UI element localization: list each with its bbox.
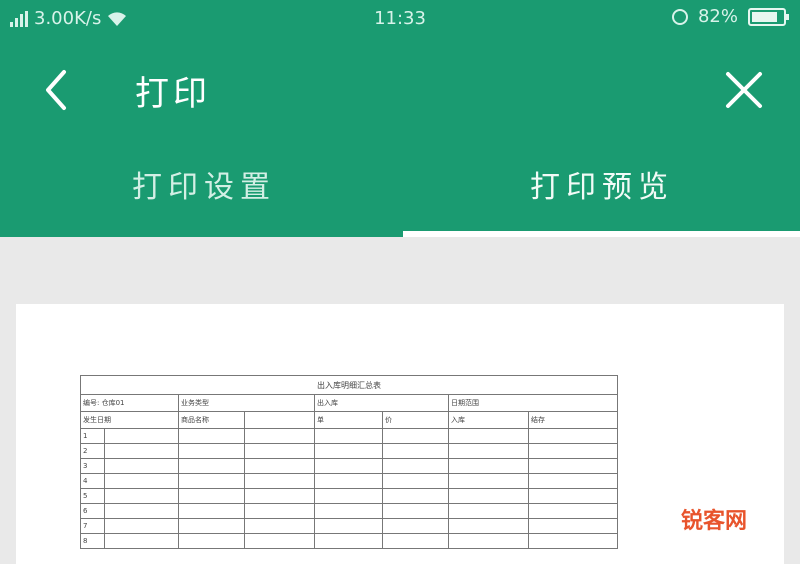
back-button[interactable] <box>34 62 84 118</box>
preview-header-cell: 业务类型 <box>178 394 315 412</box>
preview-header-cell: 价 <box>382 411 449 429</box>
close-button[interactable] <box>716 62 772 118</box>
table-row: 1 <box>80 428 618 444</box>
table-row: 5 <box>80 488 618 504</box>
battery-percent: 82% <box>697 6 738 27</box>
table-row: 6 <box>80 503 618 519</box>
page-title: 打印 <box>135 74 211 114</box>
tab-print-preview[interactable]: 打印预览 <box>530 162 674 206</box>
row-number: 7 <box>80 518 105 534</box>
preview-header-cell: 商品名称 <box>178 411 245 429</box>
table-row: 2 <box>80 443 618 459</box>
preview-header-row-1: 编号: 仓库01 业务类型 出入库 日期范围 <box>80 394 618 412</box>
preview-title-row: 出入库明细汇总表 <box>80 375 618 395</box>
preview-header-cell: 结存 <box>528 411 618 429</box>
preview-header-cell: 单 <box>314 411 383 429</box>
table-row: 4 <box>80 473 618 489</box>
preview-header-cell <box>244 411 315 429</box>
app-header: 3.00K/s 11:33 82% 打印 打印设置 打印预览 <box>0 0 800 237</box>
battery-icon <box>748 7 789 26</box>
status-right: 82% <box>671 6 789 27</box>
preview-header-cell: 入库 <box>448 411 529 429</box>
row-number: 2 <box>80 443 105 459</box>
row-number: 8 <box>80 533 105 549</box>
preview-table-title: 出入库明细汇总表 <box>80 375 618 395</box>
watermark-logo: 锐客网 <box>681 509 748 534</box>
table-row: 7 <box>80 518 618 534</box>
preview-header-cell: 编号: 仓库01 <box>80 394 179 412</box>
table-row: 3 <box>80 458 618 474</box>
close-icon <box>726 72 762 108</box>
preview-header-row-2: 发生日期 商品名称 单 价 入库 结存 <box>80 411 618 429</box>
table-row: 8 <box>80 533 618 549</box>
status-bar: 3.00K/s 11:33 82% <box>0 0 800 40</box>
preview-header-cell: 发生日期 <box>80 411 179 429</box>
row-number: 3 <box>80 458 105 474</box>
tab-print-settings[interactable]: 打印设置 <box>132 162 276 206</box>
preview-header-cell: 日期范围 <box>448 394 618 412</box>
alarm-icon <box>671 8 688 25</box>
preview-header-cell: 出入库 <box>314 394 449 412</box>
battery-fill <box>752 11 777 22</box>
row-number: 4 <box>80 473 105 489</box>
chevron-left-icon <box>46 70 66 110</box>
row-number: 5 <box>80 488 105 504</box>
preview-table: 出入库明细汇总表 编号: 仓库01 业务类型 出入库 日期范围 发生日期 商品名… <box>80 375 618 549</box>
row-number: 6 <box>80 503 105 519</box>
active-tab-indicator <box>403 231 800 237</box>
row-number: 1 <box>80 428 105 444</box>
